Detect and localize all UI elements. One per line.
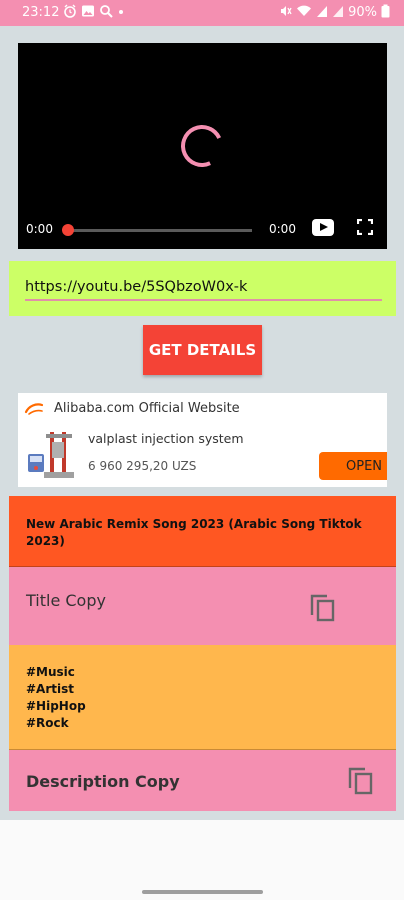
ad-title: Alibaba.com Official Website — [54, 401, 240, 416]
video-current-time: 0:00 — [26, 222, 53, 236]
seek-bar[interactable] — [70, 229, 252, 232]
search-icon — [99, 4, 113, 21]
video-title: New Arabic Remix Song 2023 (Arabic Song … — [26, 517, 362, 548]
video-title-section: New Arabic Remix Song 2023 (Arabic Song … — [9, 496, 396, 567]
image-icon — [81, 4, 95, 21]
ad-product-image — [24, 428, 86, 482]
tag-item: #Music — [26, 665, 75, 679]
battery-percent: 90% — [348, 5, 377, 20]
url-input[interactable] — [25, 277, 382, 301]
alarm-clock-icon — [63, 4, 77, 21]
copy-icon[interactable] — [347, 766, 375, 796]
description-copy-label: Description Copy — [26, 772, 180, 791]
ad-open-button[interactable]: OPEN — [319, 452, 387, 480]
mute-icon — [278, 4, 292, 21]
url-input-container — [9, 261, 396, 316]
tags-section: #Music #Artist #HipHop #Rock — [9, 645, 396, 750]
fullscreen-icon[interactable] — [356, 218, 374, 236]
get-details-button[interactable]: GET DETAILS — [143, 325, 262, 375]
loading-spinner-icon — [175, 119, 229, 173]
video-duration: 0:00 — [269, 222, 296, 236]
ad-banner[interactable]: Alibaba.com Official Website valplast in… — [18, 393, 387, 487]
tag-item: #HipHop — [26, 699, 86, 713]
youtube-play-icon[interactable] — [312, 219, 334, 236]
description-copy-button[interactable]: Description Copy — [9, 750, 396, 811]
tag-item: #Artist — [26, 682, 74, 696]
home-indicator[interactable] — [142, 890, 263, 894]
video-controls: 0:00 0:00 — [18, 209, 387, 249]
video-player[interactable]: 0:00 0:00 — [18, 43, 387, 249]
alibaba-logo-icon — [24, 402, 44, 416]
title-copy-button[interactable]: Title Copy — [9, 567, 396, 645]
ad-product-name: valplast injection system — [88, 431, 244, 446]
battery-icon — [381, 4, 390, 21]
bottom-area — [0, 820, 404, 900]
seek-thumb[interactable] — [62, 224, 74, 236]
status-time: 23:12 — [22, 5, 60, 20]
signal-icon — [316, 4, 328, 21]
dot-icon — [117, 4, 125, 21]
status-bar: 23:12 90% — [0, 0, 404, 26]
wifi-icon — [296, 4, 312, 21]
copy-icon[interactable] — [309, 593, 337, 623]
ad-price: 6 960 295,20 UZS — [88, 459, 197, 473]
signal-icon — [332, 4, 344, 21]
title-copy-label: Title Copy — [26, 591, 106, 610]
tag-item: #Rock — [26, 716, 69, 730]
